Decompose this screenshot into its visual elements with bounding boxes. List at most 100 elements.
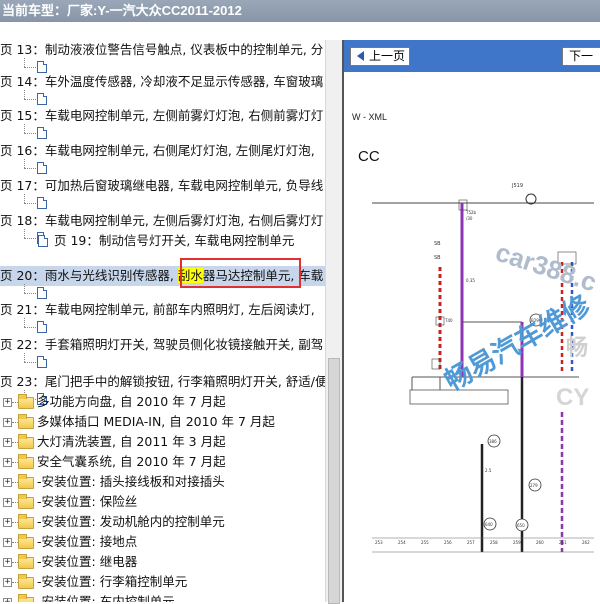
expand-icon[interactable]: +	[3, 558, 12, 567]
tree-folder[interactable]: -安装位置: 发动机舱内的控制单元	[37, 512, 325, 532]
document-icon	[37, 287, 47, 299]
tree-folder-label: -安装位置: 继电器	[37, 554, 138, 569]
svg-text:279: 279	[530, 483, 538, 488]
expand-icon[interactable]: +	[3, 398, 12, 407]
tree-connector	[24, 90, 25, 99]
tree-row-page-22[interactable]: 页 22：手套箱照明灯开关, 驾驶员侧化妆镜接触开关, 副驾	[0, 335, 325, 355]
tree-row-label: 页 18：车载电网控制单元, 左侧后雾灯灯泡, 右侧后雾灯灯	[0, 213, 324, 228]
svg-text:253: 253	[375, 540, 383, 545]
svg-text:650: 650	[517, 523, 525, 528]
tree-row-page-13[interactable]: 页 13：制动液液位警告信号触点, 仪表板中的控制单元, 分	[0, 40, 325, 60]
document-icon	[37, 321, 47, 333]
expand-icon[interactable]: +	[3, 498, 12, 507]
tree-folder-label: 大灯清洗装置, 自 2011 年 3 月起	[37, 434, 226, 449]
expand-icon[interactable]: +	[3, 418, 12, 427]
circuit-tree[interactable]: 页 13：制动液液位警告信号触点, 仪表板中的控制单元, 分页 14：车外温度传…	[0, 22, 325, 602]
tree-row-label: 页 23：尾门把手中的解锁按钮, 行李箱照明灯开关, 舒适/便	[0, 374, 325, 389]
tree-connector	[24, 318, 25, 327]
svg-text:386: 386	[489, 439, 497, 444]
document-icon	[37, 127, 47, 139]
svg-text:2.5: 2.5	[485, 468, 492, 473]
svg-text:T52b: T52b	[465, 210, 477, 215]
tree-folder[interactable]: -安装位置: 车内控制单元	[37, 592, 325, 602]
tree-row-label: 页 16：车载电网控制单元, 右侧尾灯灯泡, 左侧尾灯灯泡,	[0, 143, 315, 158]
svg-text:260: 260	[536, 540, 544, 545]
tree-folder[interactable]: 大灯清洗装置, 自 2011 年 3 月起	[37, 432, 325, 452]
svg-text:640: 640	[485, 522, 493, 527]
tree-folder[interactable]: -安装位置: 接地点	[37, 532, 325, 552]
tree-row-page-15[interactable]: 页 15：车载电网控制单元, 左侧前雾灯灯泡, 右侧前雾灯灯	[0, 106, 325, 126]
tree-folder[interactable]: -安装位置: 继电器	[37, 552, 325, 572]
tree-folder[interactable]: -安装位置: 插头接线板和对接插头	[37, 472, 325, 492]
tree-folder[interactable]: 多媒体插口 MEDIA-IN, 自 2010 年 7 月起	[37, 412, 325, 432]
folder-icon	[18, 534, 34, 549]
svg-text:261: 261	[559, 540, 567, 545]
expand-icon[interactable]: +	[3, 438, 12, 447]
svg-text:J519: J519	[511, 183, 523, 189]
watermark-char: 畅	[566, 335, 589, 360]
svg-text:T40: T40	[444, 318, 453, 323]
tree-row-label: 页 14：车外温度传感器, 冷却液不足显示传感器, 车窗玻璃	[0, 74, 324, 89]
model-value: 厂家:Y-一汽大众CC2011-2012	[67, 3, 242, 18]
tree-connector	[24, 159, 25, 168]
tree-row-page-17[interactable]: 页 17：可加热后窗玻璃继电器, 车载电网控制单元, 负导线	[0, 176, 325, 196]
next-page-label: 下一	[569, 49, 594, 63]
document-icon	[37, 197, 47, 209]
svg-text:259: 259	[513, 540, 521, 545]
tree-connector	[24, 229, 25, 238]
tree-scrollbar[interactable]	[325, 40, 342, 604]
tree-folder[interactable]: 多功能方向盘, 自 2010 年 7 月起	[37, 392, 325, 412]
document-icon	[38, 235, 48, 247]
tree-connector	[24, 194, 25, 203]
tree-folder[interactable]: -安装位置: 保险丝	[37, 492, 325, 512]
expand-icon[interactable]: +	[3, 478, 12, 487]
tree-row-page-14[interactable]: 页 14：车外温度传感器, 冷却液不足显示传感器, 车窗玻璃	[0, 72, 325, 92]
pager-toolbar: 上一页 下一	[344, 40, 600, 72]
tree-folder[interactable]: 安全气囊系统, 自 2010 年 7 月起	[37, 452, 325, 472]
scroll-thumb[interactable]	[328, 358, 340, 604]
tree-connector	[24, 168, 36, 169]
tree-row-label: 页 21：车载电网控制单元, 前部车内照明灯, 左后阅读灯,	[0, 302, 315, 317]
next-page-button[interactable]: 下一	[562, 47, 600, 66]
expand-icon[interactable]: +	[3, 578, 12, 587]
tree-folder-label: -安装位置: 保险丝	[37, 494, 138, 509]
tree-row-label: 页 19：制动信号灯开关, 车载电网控制单元	[54, 233, 295, 248]
tree-folder-label: 安全气囊系统, 自 2010 年 7 月起	[37, 454, 226, 469]
expand-icon[interactable]: +	[3, 598, 12, 602]
document-icon	[37, 356, 47, 368]
expand-icon[interactable]: +	[3, 458, 12, 467]
model-label: 当前车型：	[2, 3, 68, 18]
tree-connector	[24, 362, 36, 363]
svg-text:262: 262	[582, 540, 590, 545]
title-bar: 当前车型：厂家:Y-一汽大众CC2011-2012	[0, 0, 600, 22]
folder-icon	[18, 514, 34, 529]
tree-folder-label: 多功能方向盘, 自 2010 年 7 月起	[37, 394, 226, 409]
wiring-diagram-viewer[interactable]: J519 T52b /30 0.35 SB SB T40 B290 279 65…	[344, 72, 600, 602]
tree-folder-label: -安装位置: 车内控制单元	[37, 594, 175, 602]
document-icon	[37, 162, 47, 174]
document-code: W - XML	[352, 112, 387, 122]
folder-icon	[18, 474, 34, 489]
watermark-code: CY	[556, 384, 590, 411]
tree-connector	[24, 327, 36, 328]
tree-row-page-23[interactable]: 页 23：尾门把手中的解锁按钮, 行李箱照明灯开关, 舒适/便	[0, 372, 325, 392]
prev-page-label: 上一页	[369, 49, 406, 63]
tree-row-page-19[interactable]: 页 19：制动信号灯开关, 车载电网控制单元	[38, 231, 325, 251]
svg-text:255: 255	[421, 540, 429, 545]
prev-page-button[interactable]: 上一页	[350, 47, 410, 66]
tree-row-label: 页 17：可加热后窗玻璃继电器, 车载电网控制单元, 负导线	[0, 178, 324, 193]
tree-folder[interactable]: -安装位置: 行李箱控制单元	[37, 572, 325, 592]
tree-row-page-16[interactable]: 页 16：车载电网控制单元, 右侧尾灯灯泡, 左侧尾灯灯泡,	[0, 141, 325, 161]
folder-icon	[18, 414, 34, 429]
folder-icon	[18, 454, 34, 469]
tree-row-page-21[interactable]: 页 21：车载电网控制单元, 前部车内照明灯, 左后阅读灯,	[0, 300, 325, 320]
tree-connector	[24, 203, 36, 204]
expand-icon[interactable]: +	[3, 518, 12, 527]
svg-text:SB: SB	[434, 255, 441, 261]
folder-icon	[18, 394, 34, 409]
expand-icon[interactable]: +	[3, 538, 12, 547]
document-model: CC	[358, 148, 380, 165]
svg-text:257: 257	[467, 540, 475, 545]
tree-row-page-18[interactable]: 页 18：车载电网控制单元, 左侧后雾灯灯泡, 右侧后雾灯灯	[0, 211, 325, 231]
tree-connector	[24, 293, 36, 294]
